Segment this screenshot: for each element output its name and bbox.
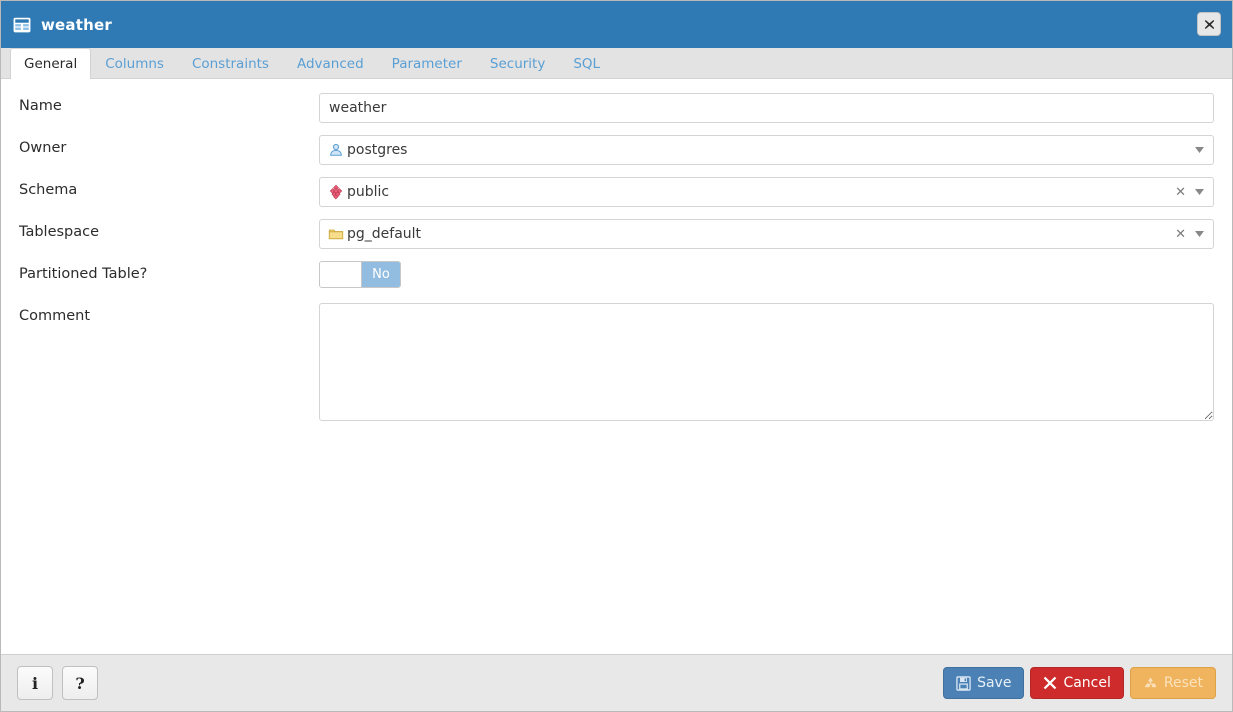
tab-label: Columns [105,55,164,72]
tab-sql[interactable]: SQL [559,48,614,78]
info-button[interactable]: i [17,666,53,700]
comment-label: Comment [19,308,91,324]
table-icon [13,17,31,32]
schema-icon [329,184,343,200]
owner-value: postgres [347,142,408,158]
tab-columns[interactable]: Columns [91,48,178,78]
comment-textarea[interactable] [319,303,1214,421]
schema-label: Schema [19,182,78,198]
owner-select[interactable]: postgres [319,135,1214,165]
folder-icon [328,229,344,240]
field-row-name: Name [19,93,1214,123]
tab-label: General [24,55,78,72]
save-button[interactable]: Save [943,667,1025,699]
tab-general[interactable]: General [10,48,92,79]
help-button[interactable]: ? [62,666,98,700]
tab-constraints[interactable]: Constraints [178,48,283,78]
partitioned-label: Partitioned Table? [19,266,148,282]
general-tab-panel: Name Owner postgres [1,79,1232,654]
tab-advanced[interactable]: Advanced [283,48,378,78]
tab-label: SQL [573,55,601,72]
reset-label: Reset [1163,675,1203,691]
tab-parameter[interactable]: Parameter [378,48,476,78]
tablespace-label: Tablespace [19,224,100,240]
schema-select[interactable]: public ✕ [319,177,1214,207]
chevron-down-icon[interactable] [1193,231,1209,237]
clear-icon[interactable]: ✕ [1171,228,1193,241]
dialog-footer: i ? Save Cancel Reset [1,654,1232,711]
tablespace-value: pg_default [347,226,422,242]
field-row-partitioned: Partitioned Table? No [19,261,1214,291]
field-row-tablespace: Tablespace pg_default ✕ [19,219,1214,249]
table-properties-dialog: weather General Columns Constraints Adva… [0,0,1233,712]
name-label: Name [19,98,62,114]
cancel-button[interactable]: Cancel [1030,667,1124,699]
dialog-title: weather [41,15,112,34]
clear-icon[interactable]: ✕ [1171,186,1193,199]
reset-button[interactable]: Reset [1129,667,1216,699]
tab-security[interactable]: Security [476,48,559,78]
partitioned-toggle[interactable]: No [319,261,401,288]
reset-icon [1144,676,1157,687]
save-icon [956,675,971,691]
field-row-owner: Owner postgres [19,135,1214,165]
tablespace-select[interactable]: pg_default ✕ [319,219,1214,249]
dialog-titlebar: weather [1,1,1232,48]
name-input[interactable] [319,93,1214,123]
user-icon [330,143,342,156]
field-row-schema: Schema public ✕ [19,177,1214,207]
cancel-icon [1044,676,1057,690]
tab-label: Security [489,55,546,72]
save-label: Save [977,675,1012,691]
tab-label: Parameter [391,55,462,72]
close-icon[interactable] [1197,12,1221,36]
tab-label: Advanced [296,55,364,72]
owner-label: Owner [19,140,67,156]
toggle-knob [320,262,362,287]
field-row-comment: Comment [19,303,1214,425]
cancel-label: Cancel [1063,675,1111,691]
schema-value: public [347,184,390,200]
tab-bar: General Columns Constraints Advanced Par… [1,48,1232,79]
chevron-down-icon[interactable] [1193,147,1209,153]
chevron-down-icon[interactable] [1193,189,1209,195]
tab-label: Constraints [191,55,269,72]
toggle-value: No [362,262,400,287]
